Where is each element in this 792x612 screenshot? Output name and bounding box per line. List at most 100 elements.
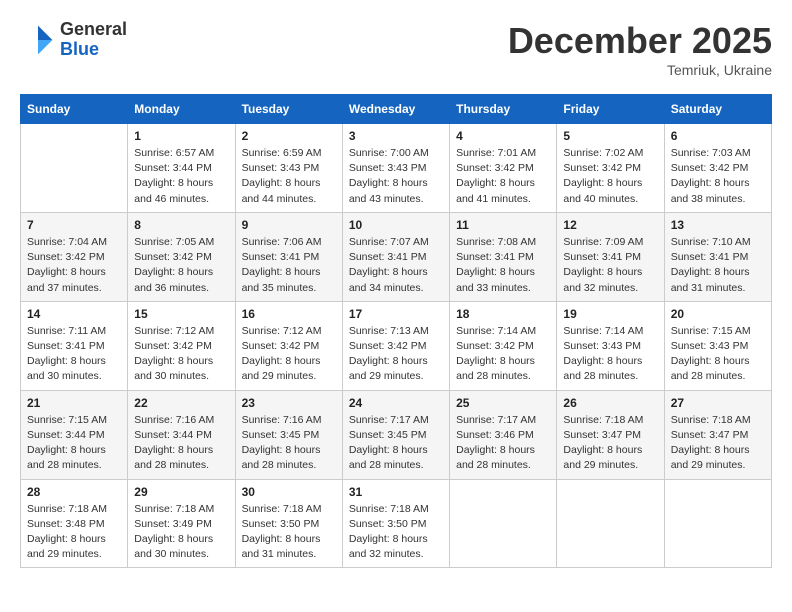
day-info: Sunrise: 7:12 AMSunset: 3:42 PMDaylight:…: [134, 324, 228, 385]
logo-general: General: [60, 20, 127, 40]
calendar-cell: 2 Sunrise: 6:59 AMSunset: 3:43 PMDaylight…: [235, 124, 342, 213]
page-header: General Blue December 2025 Temriuk, Ukra…: [20, 20, 772, 78]
calendar-cell: 10 Sunrise: 7:07 AMSunset: 3:41 PMDayligh…: [342, 212, 449, 301]
day-info: Sunrise: 7:16 AMSunset: 3:45 PMDaylight:…: [242, 413, 336, 474]
calendar-cell: 4 Sunrise: 7:01 AMSunset: 3:42 PMDaylight…: [450, 124, 557, 213]
day-info: Sunrise: 7:05 AMSunset: 3:42 PMDaylight:…: [134, 235, 228, 296]
day-info: Sunrise: 7:13 AMSunset: 3:42 PMDaylight:…: [349, 324, 443, 385]
calendar-cell: 27 Sunrise: 7:18 AMSunset: 3:47 PMDayligh…: [664, 390, 771, 479]
weekday-header-thursday: Thursday: [450, 95, 557, 124]
day-info: Sunrise: 7:12 AMSunset: 3:42 PMDaylight:…: [242, 324, 336, 385]
calendar-cell: 24 Sunrise: 7:17 AMSunset: 3:45 PMDayligh…: [342, 390, 449, 479]
day-number: 11: [456, 218, 550, 232]
day-number: 14: [27, 307, 121, 321]
day-info: Sunrise: 7:18 AMSunset: 3:48 PMDaylight:…: [27, 502, 121, 563]
calendar-cell: 1 Sunrise: 6:57 AMSunset: 3:44 PMDaylight…: [128, 124, 235, 213]
day-info: Sunrise: 7:15 AMSunset: 3:44 PMDaylight:…: [27, 413, 121, 474]
calendar-week-2: 7Sunrise: 7:04 AMSunset: 3:42 PMDaylight…: [21, 212, 772, 301]
calendar-cell: 28 Sunrise: 7:18 AMSunset: 3:48 PMDayligh…: [21, 479, 128, 568]
month-title: December 2025: [508, 20, 772, 62]
day-number: 26: [563, 396, 657, 410]
day-number: 13: [671, 218, 765, 232]
day-info: Sunrise: 6:59 AMSunset: 3:43 PMDaylight:…: [242, 146, 336, 207]
day-info: Sunrise: 7:18 AMSunset: 3:50 PMDaylight:…: [242, 502, 336, 563]
day-number: 27: [671, 396, 765, 410]
day-info: Sunrise: 7:18 AMSunset: 3:50 PMDaylight:…: [349, 502, 443, 563]
day-info: Sunrise: 7:08 AMSunset: 3:41 PMDaylight:…: [456, 235, 550, 296]
day-number: 16: [242, 307, 336, 321]
weekday-header-wednesday: Wednesday: [342, 95, 449, 124]
logo-text: General Blue: [60, 20, 127, 60]
day-number: 7: [27, 218, 121, 232]
calendar-cell: 15 Sunrise: 7:12 AMSunset: 3:42 PMDayligh…: [128, 301, 235, 390]
day-info: Sunrise: 7:15 AMSunset: 3:43 PMDaylight:…: [671, 324, 765, 385]
calendar-cell: [450, 479, 557, 568]
calendar-cell: 31 Sunrise: 7:18 AMSunset: 3:50 PMDayligh…: [342, 479, 449, 568]
day-info: Sunrise: 7:07 AMSunset: 3:41 PMDaylight:…: [349, 235, 443, 296]
day-number: 25: [456, 396, 550, 410]
calendar-cell: 6Sunrise: 7:03 AMSunset: 3:42 PMDaylight…: [664, 124, 771, 213]
calendar-cell: 7Sunrise: 7:04 AMSunset: 3:42 PMDaylight…: [21, 212, 128, 301]
calendar-cell: 23 Sunrise: 7:16 AMSunset: 3:45 PMDayligh…: [235, 390, 342, 479]
location-subtitle: Temriuk, Ukraine: [508, 62, 772, 78]
calendar-cell: 26Sunrise: 7:18 AMSunset: 3:47 PMDayligh…: [557, 390, 664, 479]
day-number: 29: [134, 485, 228, 499]
calendar-cell: 5Sunrise: 7:02 AMSunset: 3:42 PMDaylight…: [557, 124, 664, 213]
weekday-header-saturday: Saturday: [664, 95, 771, 124]
calendar-cell: 12Sunrise: 7:09 AMSunset: 3:41 PMDayligh…: [557, 212, 664, 301]
day-number: 17: [349, 307, 443, 321]
calendar-week-1: 1 Sunrise: 6:57 AMSunset: 3:44 PMDaylight…: [21, 124, 772, 213]
calendar-cell: 19 Sunrise: 7:14 AMSunset: 3:43 PMDayligh…: [557, 301, 664, 390]
calendar-cell: 16 Sunrise: 7:12 AMSunset: 3:42 PMDayligh…: [235, 301, 342, 390]
day-number: 31: [349, 485, 443, 499]
calendar-cell: 20Sunrise: 7:15 AMSunset: 3:43 PMDayligh…: [664, 301, 771, 390]
weekday-header-row: SundayMondayTuesdayWednesdayThursdayFrid…: [21, 95, 772, 124]
day-info: Sunrise: 6:57 AMSunset: 3:44 PMDaylight:…: [134, 146, 228, 207]
day-number: 19: [563, 307, 657, 321]
day-number: 10: [349, 218, 443, 232]
calendar-week-4: 21 Sunrise: 7:15 AMSunset: 3:44 PMDayligh…: [21, 390, 772, 479]
day-number: 9: [242, 218, 336, 232]
logo: General Blue: [20, 20, 127, 60]
day-number: 18: [456, 307, 550, 321]
calendar-cell: 18Sunrise: 7:14 AMSunset: 3:42 PMDayligh…: [450, 301, 557, 390]
day-number: 21: [27, 396, 121, 410]
calendar-cell: 25 Sunrise: 7:17 AMSunset: 3:46 PMDayligh…: [450, 390, 557, 479]
calendar-cell: [21, 124, 128, 213]
day-number: 2: [242, 129, 336, 143]
calendar-cell: 9 Sunrise: 7:06 AMSunset: 3:41 PMDaylight…: [235, 212, 342, 301]
day-info: Sunrise: 7:11 AMSunset: 3:41 PMDaylight:…: [27, 324, 121, 385]
day-info: Sunrise: 7:17 AMSunset: 3:45 PMDaylight:…: [349, 413, 443, 474]
day-number: 28: [27, 485, 121, 499]
day-number: 12: [563, 218, 657, 232]
day-number: 3: [349, 129, 443, 143]
day-info: Sunrise: 7:18 AMSunset: 3:47 PMDaylight:…: [671, 413, 765, 474]
day-info: Sunrise: 7:02 AMSunset: 3:42 PMDaylight:…: [563, 146, 657, 207]
calendar-cell: 17 Sunrise: 7:13 AMSunset: 3:42 PMDayligh…: [342, 301, 449, 390]
day-number: 30: [242, 485, 336, 499]
day-number: 24: [349, 396, 443, 410]
day-info: Sunrise: 7:10 AMSunset: 3:41 PMDaylight:…: [671, 235, 765, 296]
calendar-table: SundayMondayTuesdayWednesdayThursdayFrid…: [20, 94, 772, 568]
calendar-cell: 11 Sunrise: 7:08 AMSunset: 3:41 PMDayligh…: [450, 212, 557, 301]
calendar-week-5: 28 Sunrise: 7:18 AMSunset: 3:48 PMDayligh…: [21, 479, 772, 568]
calendar-cell: 14 Sunrise: 7:11 AMSunset: 3:41 PMDayligh…: [21, 301, 128, 390]
calendar-cell: 30 Sunrise: 7:18 AMSunset: 3:50 PMDayligh…: [235, 479, 342, 568]
calendar-cell: [557, 479, 664, 568]
weekday-header-monday: Monday: [128, 95, 235, 124]
logo-icon: [20, 22, 56, 58]
day-info: Sunrise: 7:14 AMSunset: 3:43 PMDaylight:…: [563, 324, 657, 385]
weekday-header-tuesday: Tuesday: [235, 95, 342, 124]
weekday-header-friday: Friday: [557, 95, 664, 124]
day-info: Sunrise: 7:17 AMSunset: 3:46 PMDaylight:…: [456, 413, 550, 474]
title-area: December 2025 Temriuk, Ukraine: [508, 20, 772, 78]
calendar-cell: 3Sunrise: 7:00 AMSunset: 3:43 PMDaylight…: [342, 124, 449, 213]
day-info: Sunrise: 7:18 AMSunset: 3:49 PMDaylight:…: [134, 502, 228, 563]
day-number: 1: [134, 129, 228, 143]
day-info: Sunrise: 7:01 AMSunset: 3:42 PMDaylight:…: [456, 146, 550, 207]
day-info: Sunrise: 7:16 AMSunset: 3:44 PMDaylight:…: [134, 413, 228, 474]
day-number: 23: [242, 396, 336, 410]
day-number: 4: [456, 129, 550, 143]
day-number: 15: [134, 307, 228, 321]
day-info: Sunrise: 7:06 AMSunset: 3:41 PMDaylight:…: [242, 235, 336, 296]
